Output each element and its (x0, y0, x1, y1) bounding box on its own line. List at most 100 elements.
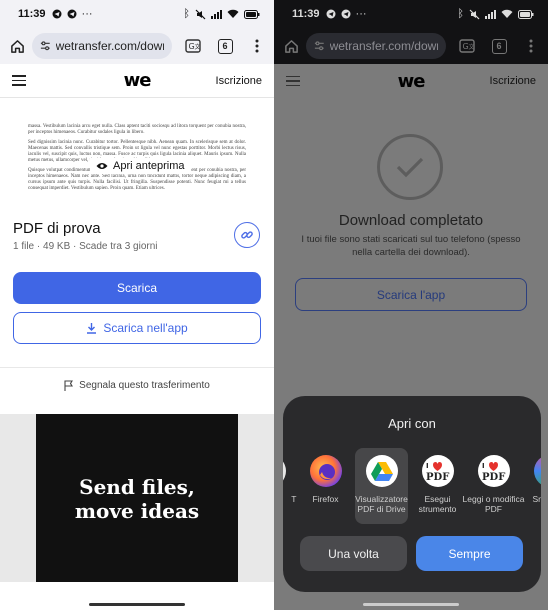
report-transfer-link[interactable]: Segnala questo trasferimento (0, 380, 274, 391)
app-option-firefox[interactable]: Firefox (299, 448, 352, 524)
svg-text:PDF: PDF (482, 472, 505, 482)
signal-icon (211, 9, 222, 19)
home-icon[interactable] (280, 35, 302, 57)
bluetooth-icon: ᛒ (183, 8, 190, 20)
divider (0, 367, 274, 368)
flag-icon (64, 380, 74, 391)
status-time: 11:39 (18, 8, 46, 20)
copy-link-button[interactable] (234, 222, 260, 248)
wetransfer-logo[interactable]: we (398, 71, 426, 92)
download-completed-title: Download completato (338, 212, 484, 229)
wifi-icon (227, 9, 239, 18)
app-label: Sm (532, 494, 542, 504)
site-header: we Iscrizione (274, 64, 548, 98)
battery-icon (244, 9, 260, 19)
app-label: Visualizzatore PDF di Drive (355, 494, 408, 514)
firefox-icon (309, 455, 342, 487)
browser-toolbar: wetransfer.com/downlo G文 6 (0, 28, 274, 64)
mute-icon (469, 9, 480, 19)
app-list: T Firefox Visualizzatore PDF di Drive IP… (283, 448, 541, 524)
ilovepdf-icon: I PDF (477, 455, 510, 487)
always-button[interactable]: Sempre (416, 536, 523, 571)
wifi-icon (501, 9, 513, 18)
svg-text:I: I (426, 462, 429, 470)
just-once-button[interactable]: Una volta (300, 536, 407, 571)
app-option[interactable]: Sm (523, 448, 541, 524)
wetransfer-logo[interactable]: we (124, 70, 152, 91)
download-button[interactable]: Scarica (13, 272, 261, 304)
get-app-button[interactable]: Scarica l'app (295, 278, 527, 311)
more-menu-icon[interactable] (520, 35, 542, 57)
open-with-sheet: Apri con T Firefox Visualizzatore PDF di… (283, 396, 541, 592)
app-option-ilovepdf-tool[interactable]: I PDF Esegui strumento (411, 448, 464, 524)
tab-count: 6 (491, 38, 507, 54)
app-option[interactable]: T (283, 448, 297, 524)
mute-icon (195, 9, 206, 19)
url-text: wetransfer.com/downlo (55, 39, 164, 53)
partial-app-icon (283, 455, 286, 487)
wetransfer-download-screen: 11:39 ··· ᛒ wetransfer.com/downlo G文 6 (0, 0, 274, 610)
hamburger-menu-icon[interactable] (286, 75, 300, 87)
telegram-icon (52, 9, 62, 19)
download-icon (87, 323, 97, 334)
partial-app-icon (533, 455, 541, 487)
svg-text:文: 文 (469, 43, 475, 51)
app-label: Firefox (312, 494, 339, 504)
ad-headline-line1: Send files, (79, 475, 195, 499)
download-completed-description: I tuoi file sono stati scaricati sul tuo… (301, 234, 521, 258)
translate-icon[interactable]: G文 (456, 35, 478, 57)
ad-headline-line2: move ideas (74, 499, 200, 523)
svg-text:PDF: PDF (426, 472, 449, 482)
site-settings-icon[interactable] (314, 40, 325, 52)
gesture-bar[interactable] (89, 603, 185, 606)
ilovepdf-icon: I PDF (421, 455, 454, 487)
browser-toolbar: wetransfer.com/downlo G文 6 (274, 28, 548, 64)
status-bar: 11:39 ··· ᛒ (274, 0, 548, 28)
app-option-ilovepdf-edit[interactable]: I PDF Leggi o modifica PDF (463, 448, 524, 524)
check-icon (377, 134, 443, 200)
battery-icon (518, 9, 534, 19)
sheet-title: Apri con (388, 416, 436, 431)
tab-switcher-button[interactable]: 6 (488, 35, 510, 57)
tab-switcher-button[interactable]: 6 (214, 35, 236, 57)
svg-text:文: 文 (195, 43, 201, 51)
signup-link[interactable]: Iscrizione (490, 75, 536, 87)
more-notifications-icon: ··· (355, 8, 367, 20)
address-bar[interactable]: wetransfer.com/downlo (32, 33, 172, 59)
telegram-icon (341, 9, 351, 19)
file-meta: 1 file · 49 KB · Scade tra 3 giorni (13, 241, 158, 252)
translate-icon[interactable]: G文 (182, 35, 204, 57)
url-text: wetransfer.com/downlo (329, 39, 438, 53)
app-option-drive-pdf-viewer[interactable]: Visualizzatore PDF di Drive (355, 448, 408, 524)
ad-banner[interactable]: Send files, move ideas (36, 414, 238, 584)
hamburger-menu-icon[interactable] (12, 75, 26, 86)
bluetooth-icon: ᛒ (457, 8, 464, 20)
status-time: 11:39 (292, 8, 320, 20)
app-label: Leggi o modifica PDF (462, 494, 525, 514)
eye-icon (96, 163, 108, 169)
address-bar[interactable]: wetransfer.com/downlo (306, 33, 446, 59)
telegram-icon (67, 9, 77, 19)
download-in-app-button[interactable]: Scarica nell'app (13, 312, 261, 344)
google-drive-icon (365, 455, 398, 487)
gesture-bar[interactable] (363, 603, 459, 606)
open-preview-label: Apri anteprima (113, 160, 185, 172)
download-in-app-label: Scarica nell'app (103, 321, 188, 335)
site-settings-icon[interactable] (40, 40, 51, 52)
ad-area: Send files, move ideas (0, 414, 274, 610)
signup-link[interactable]: Iscrizione (216, 75, 262, 87)
open-with-screen: 11:39 ··· ᛒ wetransfer.com/downlo G文 6 (274, 0, 548, 610)
open-preview-button[interactable]: Apri anteprima (90, 158, 191, 174)
more-menu-icon[interactable] (246, 35, 268, 57)
svg-text:I: I (482, 462, 485, 470)
link-icon (241, 231, 253, 239)
report-transfer-label: Segnala questo trasferimento (79, 380, 210, 391)
site-header: we Iscrizione (0, 64, 274, 98)
app-label: Esegui strumento (418, 494, 457, 514)
preview-paragraph: massa. Vestibulum lacinia arcu eget null… (28, 124, 246, 135)
file-title: PDF di prova (13, 220, 101, 237)
more-notifications-icon: ··· (81, 8, 93, 20)
home-icon[interactable] (6, 35, 28, 57)
file-preview[interactable]: massa. Vestibulum lacinia arcu eget null… (0, 98, 274, 206)
telegram-icon (326, 9, 336, 19)
